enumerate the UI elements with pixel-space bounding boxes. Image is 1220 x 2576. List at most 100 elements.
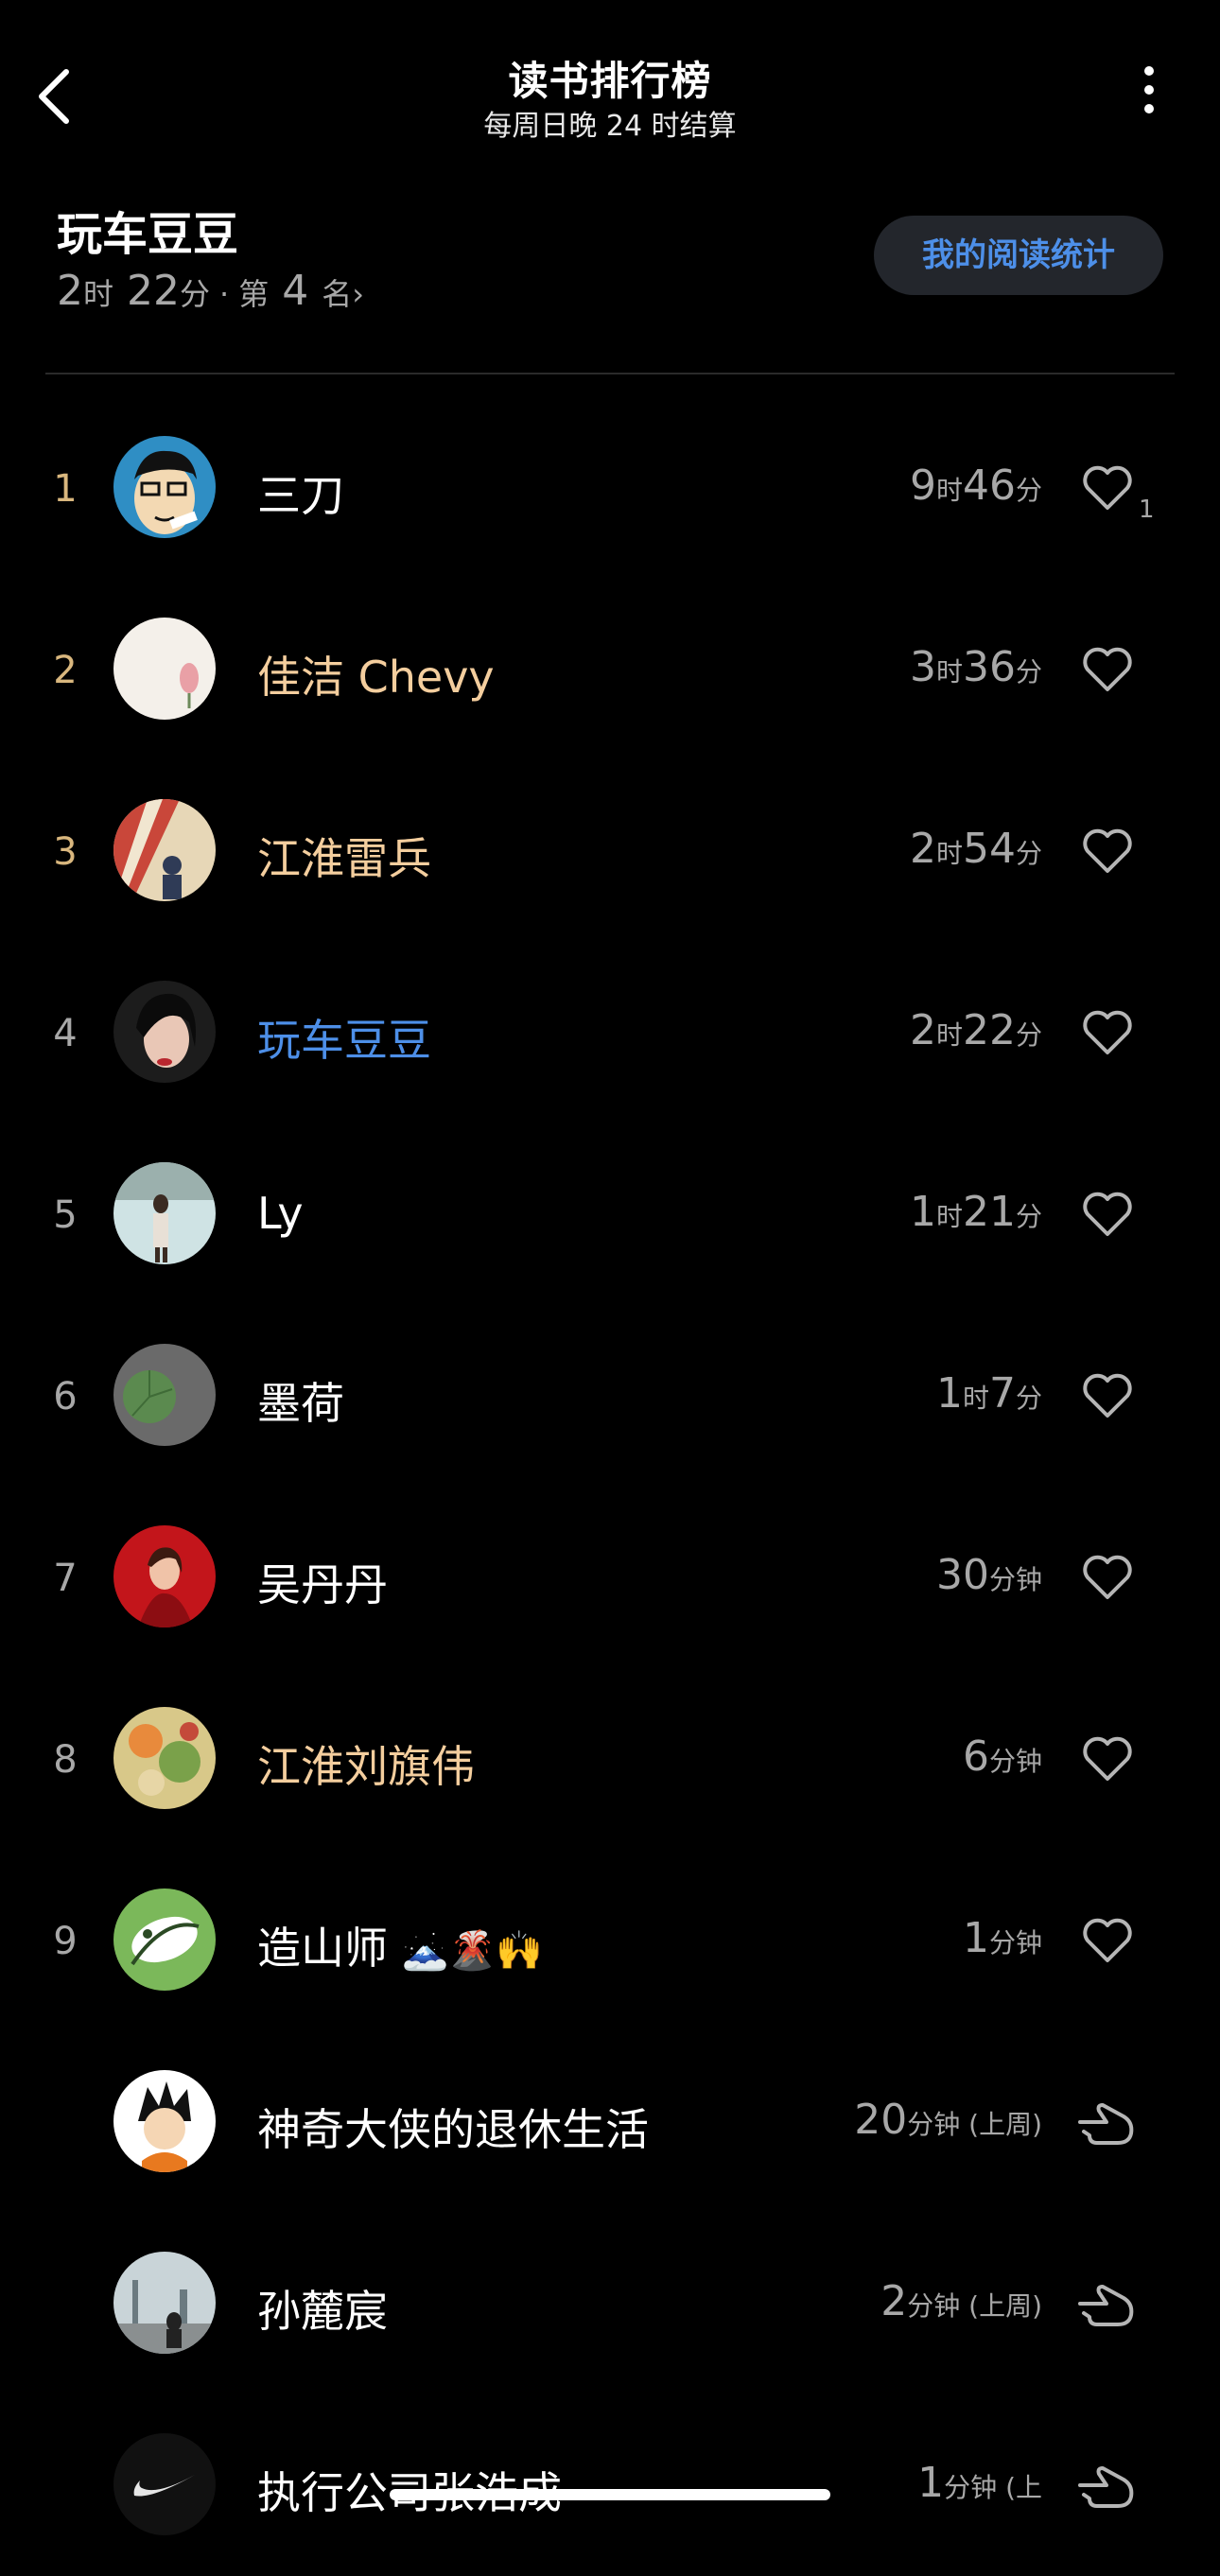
reading-time: 1分钟 (上 <box>917 2459 1042 2507</box>
my-rank-suffix: 名› <box>322 276 365 312</box>
reading-time: 2分钟 (上周) <box>880 2277 1042 2325</box>
minute-unit: 分 <box>1015 1383 1042 1414</box>
heart-outline-icon <box>1083 1373 1132 1418</box>
user-name[interactable]: 墨荷 <box>257 1369 344 1432</box>
like-count: 1 <box>1139 496 1155 524</box>
unit: 分钟 (上周) <box>907 2109 1042 2140</box>
ranking-row[interactable]: 6 墨荷 1时7分 <box>0 1305 1220 1487</box>
unit: 分钟 <box>988 1564 1042 1595</box>
ranking-row[interactable]: 7 吴丹丹 30分钟 <box>0 1487 1220 1668</box>
ranking-row[interactable]: 5 Ly 1时21分 <box>0 1123 1220 1305</box>
reading-time: 2时54分 <box>910 825 1042 873</box>
avatar[interactable] <box>113 799 216 901</box>
ranking-row[interactable]: 孙麓宸 2分钟 (上周) <box>0 2213 1220 2394</box>
name-emojis: 🗻🌋🙌 <box>401 1929 544 1973</box>
ranking-row[interactable]: 3 江淮雷兵 2时54分 <box>0 760 1220 942</box>
rank-number: 3 <box>53 830 78 874</box>
avatar[interactable] <box>113 1888 216 1991</box>
user-name[interactable]: 造山师 🗻🌋🙌 <box>257 1914 543 1976</box>
like-button[interactable] <box>1081 1371 1134 1420</box>
separator-dot: · <box>219 276 230 312</box>
ranking-row[interactable]: 2 佳洁 Chevy 3时36分 <box>0 579 1220 760</box>
heart-outline-icon <box>1083 647 1132 691</box>
hour-unit: 时 <box>962 1383 989 1414</box>
user-name[interactable]: 孙麓宸 <box>257 2277 388 2340</box>
my-rank: 4 <box>282 267 309 315</box>
unit: 分钟 <box>988 1927 1042 1958</box>
ranking-row[interactable]: 1 三刀 9时46分 1 <box>0 397 1220 579</box>
avatar[interactable] <box>113 436 216 538</box>
minutes: 46 <box>962 461 1016 510</box>
value: 20 <box>854 2096 908 2144</box>
poke-button[interactable] <box>1074 2457 1141 2514</box>
heart-outline-icon <box>1083 1736 1132 1781</box>
minute-unit: 分 <box>1015 838 1042 869</box>
value: 2 <box>880 2277 908 2325</box>
value: 1 <box>962 1914 989 1962</box>
heart-outline-icon <box>1083 828 1132 873</box>
minute-unit: 分 <box>1015 475 1042 506</box>
avatar[interactable] <box>113 1525 216 1627</box>
hours: 1 <box>909 1188 936 1236</box>
poke-button[interactable] <box>1074 2275 1141 2332</box>
hour-unit: 时 <box>935 475 963 506</box>
value: 6 <box>962 1732 989 1781</box>
like-button[interactable] <box>1081 1190 1134 1239</box>
rank-number: 1 <box>53 467 78 511</box>
my-rank-link[interactable]: 2时 22分 · 第 4 名› <box>57 267 364 315</box>
like-button[interactable] <box>1081 463 1134 513</box>
like-button[interactable] <box>1081 1553 1134 1602</box>
my-hours: 2 <box>57 267 83 315</box>
heart-outline-icon <box>1083 1192 1132 1236</box>
ranking-row[interactable]: 8 江淮刘旗伟 6分钟 <box>0 1668 1220 1850</box>
rank-number: 8 <box>53 1738 78 1782</box>
hours: 2 <box>909 825 936 873</box>
rank-number: 6 <box>53 1375 78 1419</box>
avatar[interactable] <box>113 2433 216 2535</box>
rank-number: 7 <box>53 1557 78 1600</box>
user-name[interactable]: 江淮刘旗伟 <box>257 1732 475 1795</box>
user-name[interactable]: 吴丹丹 <box>257 1551 388 1613</box>
page-title: 读书排行榜 <box>508 58 712 104</box>
like-button[interactable] <box>1081 827 1134 876</box>
avatar[interactable] <box>113 618 216 720</box>
unit: 分钟 (上周) <box>907 2290 1042 2322</box>
user-name[interactable]: 三刀 <box>257 461 344 524</box>
like-button[interactable] <box>1081 1734 1134 1784</box>
user-name[interactable]: Ly <box>257 1188 304 1239</box>
user-name[interactable]: 江淮雷兵 <box>257 825 431 887</box>
reading-time: 6分钟 <box>963 1732 1042 1781</box>
avatar[interactable] <box>113 1707 216 1809</box>
minutes: 21 <box>962 1188 1016 1236</box>
hour-unit: 时 <box>935 1201 963 1232</box>
user-name[interactable]: 佳洁 Chevy <box>257 643 495 705</box>
vertical-ellipsis-icon <box>1125 66 1173 113</box>
avatar[interactable] <box>113 981 216 1083</box>
rank-number: 9 <box>53 1920 78 1963</box>
ranking-row[interactable]: 4 玩车豆豆 2时22分 <box>0 942 1220 1123</box>
like-button[interactable] <box>1081 645 1134 694</box>
like-button[interactable] <box>1081 1008 1134 1057</box>
more-options-button[interactable] <box>1125 66 1173 132</box>
ranking-row[interactable]: 执行公司张浩成 1分钟 (上 <box>0 2394 1220 2576</box>
poke-button[interactable] <box>1074 2094 1141 2150</box>
hours: 3 <box>909 643 936 691</box>
avatar[interactable] <box>113 2252 216 2354</box>
pointing-hand-icon <box>1078 2285 1134 2326</box>
my-name: 玩车豆豆 <box>57 208 239 261</box>
minutes: 7 <box>988 1369 1016 1418</box>
avatar[interactable] <box>113 2070 216 2172</box>
avatar[interactable] <box>113 1344 216 1446</box>
reading-time: 1时21分 <box>910 1188 1042 1236</box>
page-subtitle: 每周日晚 24 时结算 <box>483 110 737 143</box>
my-reading-stats-button[interactable]: 我的阅读统计 <box>874 216 1163 295</box>
hours: 9 <box>909 461 936 510</box>
user-name[interactable]: 玩车豆豆 <box>257 1006 431 1069</box>
user-name[interactable]: 神奇大侠的退休生活 <box>257 2096 649 2158</box>
ranking-row[interactable]: 神奇大侠的退休生活 20分钟 (上周) <box>0 2031 1220 2213</box>
like-button[interactable] <box>1081 1916 1134 1965</box>
avatar[interactable] <box>113 1162 216 1264</box>
ranking-row[interactable]: 9 造山师 🗻🌋🙌 1分钟 <box>0 1850 1220 2031</box>
minutes: 22 <box>962 1006 1016 1054</box>
value: 30 <box>935 1551 989 1599</box>
